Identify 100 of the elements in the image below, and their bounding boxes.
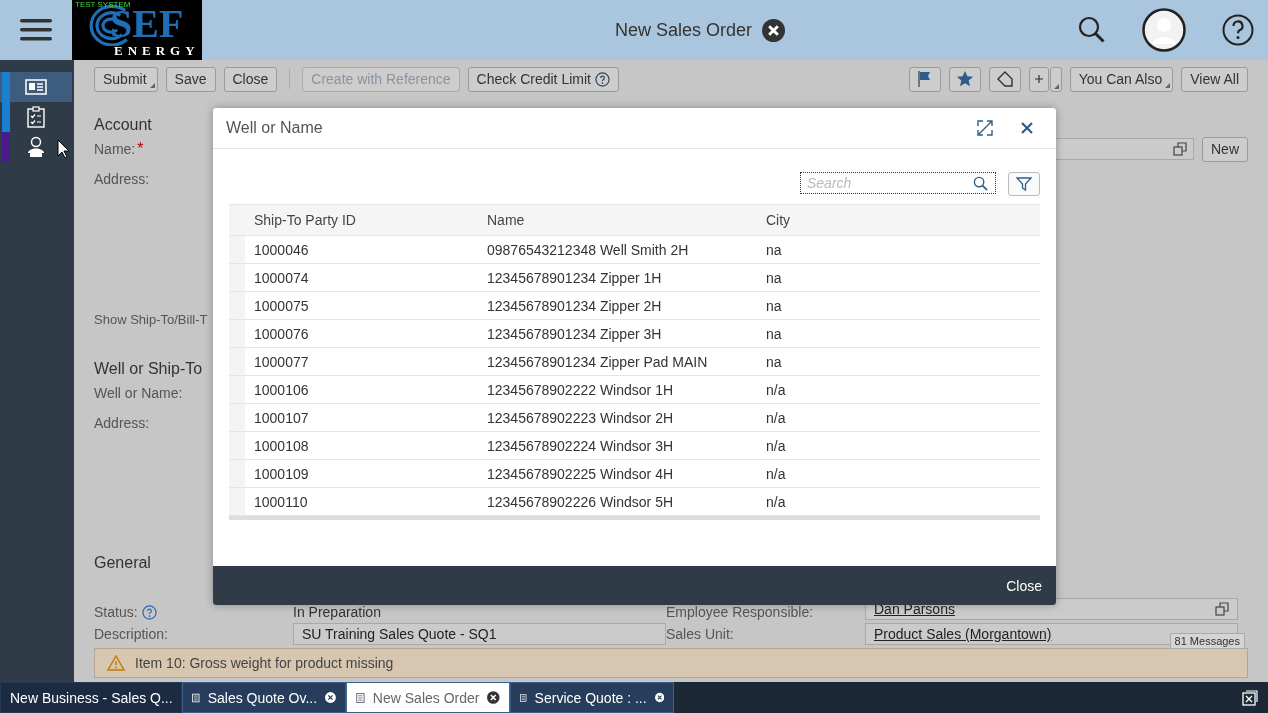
sidebar-item[interactable] [0,72,72,102]
table-cell[interactable]: na [757,292,1040,319]
flag-button[interactable] [908,66,941,92]
warning-icon [107,655,125,671]
tab-label: New Business - Sales Q... [10,689,173,706]
close-icon[interactable] [325,689,336,706]
avatar-icon[interactable] [1142,8,1186,52]
document-icon [356,690,365,705]
help-icon[interactable] [1222,14,1254,46]
clipboard-icon [27,106,45,128]
table-cell[interactable]: 12345678902224 Windsor 3H [478,432,757,459]
taskbar-tab[interactable]: New Sales Order [346,682,510,713]
table-cell[interactable]: na [757,348,1040,375]
expand-icon[interactable] [976,119,994,137]
table-cell[interactable]: 1000106 [245,376,478,403]
filter-icon [1016,176,1032,192]
table-cell[interactable]: 1000109 [245,460,478,487]
table-cell[interactable]: 1000077 [245,348,478,375]
mouse-cursor-icon [57,139,70,159]
close-button[interactable]: Close [1004,575,1044,596]
person-icon [26,136,46,158]
search-icon [973,176,988,191]
new-button[interactable]: New [1202,136,1248,162]
close-icon[interactable] [762,18,786,42]
toolbar-button[interactable]: Submit [94,66,158,92]
field-label: Well or Name: [94,385,183,401]
table-cell[interactable]: na [757,320,1040,347]
toolbar-button[interactable]: View All [1181,66,1248,92]
table-cell[interactable]: n/a [757,432,1040,459]
new-document-button[interactable] [1028,66,1049,92]
taskbar-tab[interactable]: Service Quote : ... [510,682,674,713]
close-all-icon[interactable] [1242,689,1258,706]
table-cell[interactable]: n/a [757,488,1040,515]
field-label: Sales Unit: [666,626,735,642]
toolbar-button[interactable]: You Can Also [1069,66,1174,92]
section-heading: General [94,554,151,572]
tag-button[interactable] [988,66,1021,92]
menu-corner-icon [149,82,155,88]
sales-unit-link[interactable]: Product Sales (Morgantown) [874,626,1052,642]
tab-label: New Sales Order [372,689,480,706]
table-cell[interactable]: 1000076 [245,320,478,347]
column-header[interactable]: Ship-To Party ID [245,205,478,235]
logo-subtitle: ENERGY [114,44,200,58]
close-icon[interactable] [487,689,500,706]
table-cell[interactable]: 09876543212348 Well Smith 2H [478,236,757,263]
search-field[interactable]: Search [800,172,996,194]
flag-icon [916,70,933,88]
table-cell[interactable]: 1000107 [245,404,478,431]
column-header[interactable]: City [757,205,1040,235]
messages-count[interactable]: 81 Messages [1169,633,1245,649]
table-cell[interactable]: 1000110 [245,488,478,515]
table-cell[interactable]: 12345678901234 Zipper 2H [478,292,757,319]
id-card-icon [25,79,47,95]
copy-icon [1173,142,1187,156]
field-label: Employee Responsible: [666,604,815,620]
dropdown-button[interactable] [1049,66,1062,92]
help-icon [594,71,610,87]
table-cell[interactable]: n/a [757,460,1040,487]
table-cell[interactable]: na [757,236,1040,263]
toolbar-button[interactable]: Close [223,66,278,92]
table-cell[interactable]: 1000075 [245,292,478,319]
table-cell[interactable]: n/a [757,376,1040,403]
search-icon[interactable] [1078,16,1106,44]
table-cell[interactable]: 12345678902222 Windsor 1H [478,376,757,403]
table-cell[interactable]: 12345678901234 Zipper 3H [478,320,757,347]
toolbar-button[interactable]: Check Credit Limit [467,66,619,92]
menu-icon[interactable] [20,18,52,42]
star-button[interactable] [948,66,981,92]
scroll-bar[interactable] [229,516,1040,520]
table-cell[interactable]: 12345678901234 Zipper 1H [478,264,757,291]
toolbar-button[interactable]: Save [165,66,216,92]
table-cell[interactable]: 12345678902225 Windsor 4H [478,460,757,487]
table-cell[interactable]: na [757,264,1040,291]
field-label: Description: [94,626,169,642]
show-link[interactable]: Show Ship-To/Bill-T [94,311,208,327]
field-label: Address: [94,415,150,431]
field-label: Status: [94,604,293,620]
taskbar-tab[interactable]: Sales Quote Ov... [182,682,346,713]
close-icon[interactable] [1020,121,1034,135]
table-cell[interactable]: 1000074 [245,264,478,291]
field-label: Name: [94,141,136,157]
status-value: In Preparation [293,604,382,620]
taskbar-tab[interactable]: New Business - Sales Q... [0,682,182,713]
table-cell[interactable]: 12345678902226 Windsor 5H [478,488,757,515]
field-label: Address: [94,171,150,187]
message-text: Item 10: Gross weight for product missing [135,655,394,671]
tab-label: Sales Quote Ov... [207,689,318,706]
table-cell[interactable]: n/a [757,404,1040,431]
description-field[interactable]: SU Training Sales Quote - SQ1 [293,623,666,645]
tab-label: Service Quote : ... [534,689,647,706]
table-cell[interactable]: 12345678902223 Windsor 2H [478,404,757,431]
column-header[interactable]: Name [478,205,757,235]
table-cell[interactable]: 1000108 [245,432,478,459]
star-icon [955,70,974,88]
dialog-title: Well or Name [226,119,324,137]
table-cell[interactable]: 1000046 [245,236,478,263]
section-heading: Well or Ship-To [94,360,203,378]
filter-button[interactable] [1008,172,1040,196]
test-system-label: TEST SYSTEM [75,0,131,10]
table-cell[interactable]: 12345678901234 Zipper Pad MAIN [478,348,757,375]
